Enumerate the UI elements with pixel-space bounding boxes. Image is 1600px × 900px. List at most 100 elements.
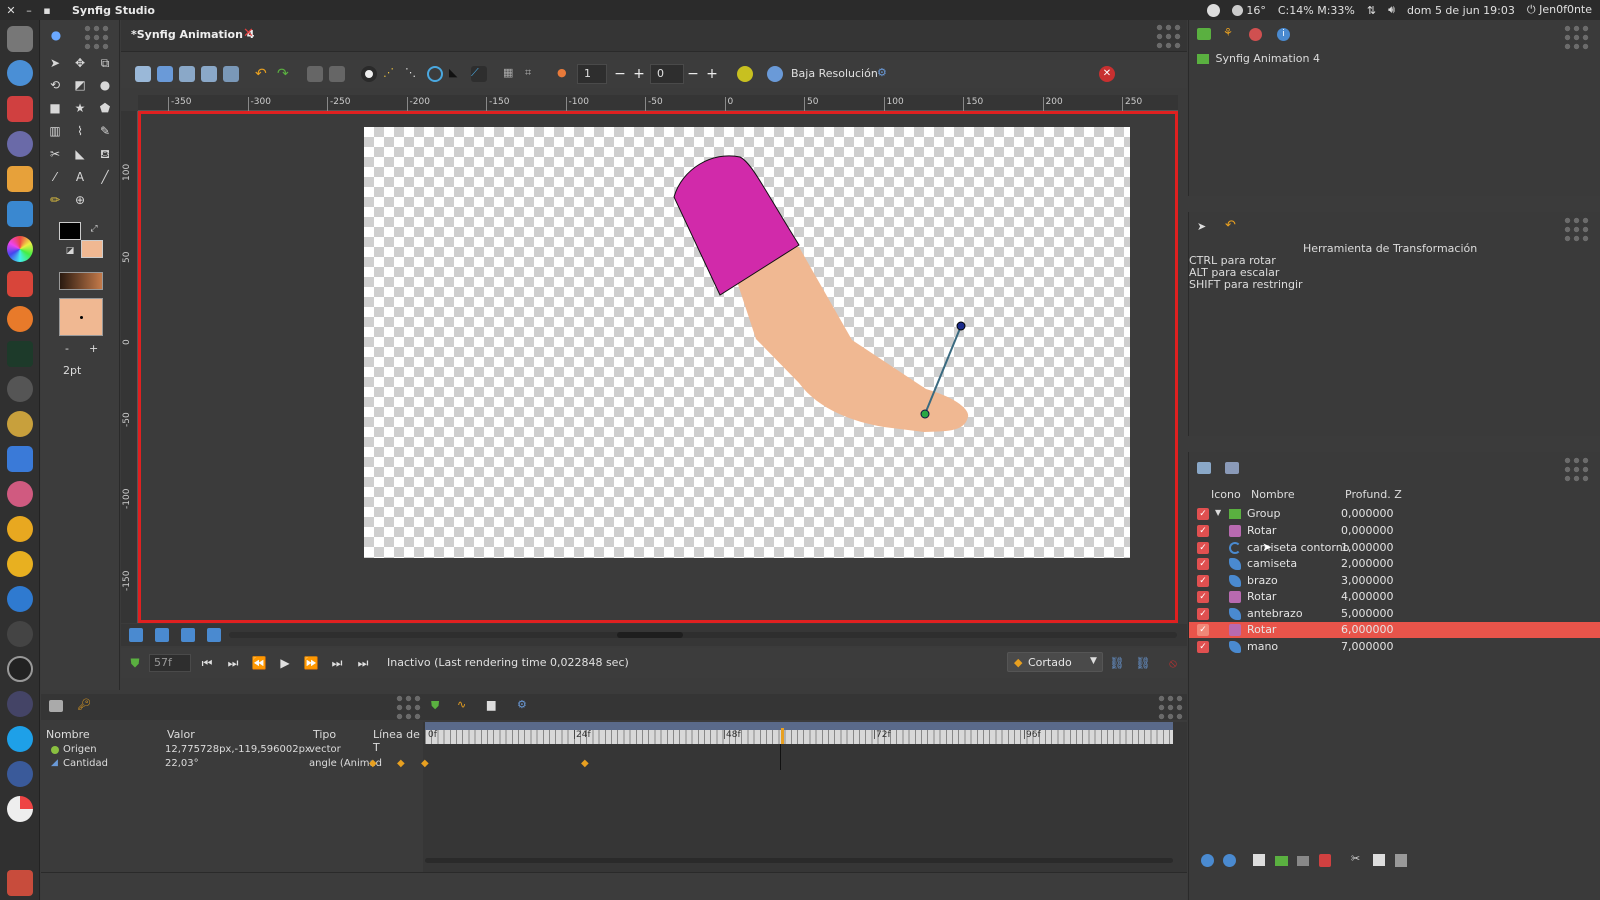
show-tangent-handles-icon[interactable]: ⋱ — [405, 66, 421, 82]
delete-layer-icon[interactable] — [1319, 854, 1331, 867]
canvas-browser-tab-icon[interactable] — [1197, 28, 1211, 40]
layers-header-z[interactable]: Profund. Z — [1345, 488, 1402, 501]
zoom-canvas-icon[interactable] — [207, 628, 221, 642]
folder-tab-icon[interactable]: ▆ — [487, 698, 495, 711]
fill-color-swatch[interactable] — [81, 240, 103, 258]
rotate-angle-handle[interactable] — [956, 321, 966, 331]
layer-visibility-checkbox[interactable]: ✓ — [1197, 608, 1209, 620]
fill-tool-icon[interactable]: ⛾ — [96, 145, 114, 163]
layer-row-group[interactable]: ✓ ▼ Group 0,000000 — [1189, 506, 1600, 522]
render-settings-icon[interactable] — [307, 66, 323, 82]
waypoint-icon[interactable]: ◆ — [369, 758, 377, 769]
tool-options-tab-icon[interactable]: ➤ — [1197, 220, 1206, 233]
layer-row-rotate[interactable]: ✓ Rotar 4,000000 — [1189, 589, 1600, 605]
transform-tool-icon[interactable]: ➤ — [46, 54, 64, 72]
eyedrop-tool-icon[interactable]: ⁄ — [46, 168, 64, 186]
polygon-tool-icon[interactable]: ⬟ — [96, 99, 114, 117]
horizontal-scrollbar[interactable] — [229, 632, 1177, 638]
low-res-icon[interactable] — [767, 66, 783, 82]
show-angle-handles-icon[interactable]: ⟋ — [471, 66, 487, 82]
canvas[interactable] — [364, 127, 1130, 558]
inkscape-icon[interactable] — [7, 341, 33, 367]
mirror-tool-icon[interactable]: ◩ — [71, 76, 89, 94]
curves-tab-icon[interactable]: ∿ — [457, 698, 466, 711]
past-onion-increase-button[interactable]: + — [630, 64, 648, 84]
zoom-tool-icon[interactable]: ⊕ — [71, 191, 89, 209]
play-icon[interactable]: ▶ — [277, 655, 293, 671]
layers-tab-icon[interactable] — [1197, 462, 1211, 474]
waypoint-icon[interactable]: ◆ — [397, 758, 405, 769]
layer-visibility-checkbox[interactable]: ✓ — [1197, 542, 1209, 554]
media-player-icon[interactable] — [7, 551, 33, 577]
show-width-handles-icon[interactable]: ◣ — [449, 66, 465, 82]
disk-icon[interactable] — [7, 586, 33, 612]
timetrack-tab-icon[interactable]: ⛊ — [431, 699, 439, 713]
future-onion-increase-button[interactable]: + — [703, 64, 721, 84]
timetrack-panel[interactable]: 0f |24f |48f |72f |96f ◆ ◆ — [421, 722, 1187, 872]
sound-tab-icon[interactable]: ⚙ — [517, 698, 527, 711]
gradient-tool-icon[interactable]: ▥ — [46, 122, 64, 140]
book-icon[interactable] — [7, 271, 33, 297]
spline-tool-icon[interactable]: ⌇ — [71, 122, 89, 140]
brush-size-increase[interactable]: + — [89, 342, 98, 355]
files-icon[interactable] — [7, 166, 33, 192]
smooth-move-tool-icon[interactable]: ✥ — [71, 54, 89, 72]
opentoonz-icon[interactable] — [7, 656, 33, 682]
param-value[interactable]: 22,03° — [165, 758, 199, 769]
layer-row-rotate[interactable]: ✓ Rotar 0,000000 — [1189, 523, 1600, 539]
tool-app-icon[interactable] — [7, 376, 33, 402]
pie-app-icon[interactable] — [7, 796, 33, 822]
reset-colors-icon[interactable]: ◪ — [61, 242, 79, 260]
layer-visibility-checkbox[interactable]: ✓ — [1197, 558, 1209, 570]
panel-grip-icon[interactable] — [1157, 694, 1183, 720]
info-tab-icon[interactable]: i — [1277, 28, 1290, 41]
layer-row-outline[interactable]: ✓ camiseta contorno 1,000000 — [1189, 540, 1600, 556]
maximize-window-icon[interactable]: ▪ — [40, 4, 54, 17]
clock[interactable]: dom 5 de jun 19:03 — [1407, 4, 1515, 17]
rotate-origin-handle[interactable] — [920, 409, 930, 419]
panel-grip-icon[interactable] — [395, 694, 421, 720]
panel-grip-icon[interactable] — [1155, 23, 1181, 49]
future-onion-decrease-button[interactable]: − — [684, 64, 702, 84]
layer-visibility-checkbox[interactable]: ✓ — [1197, 508, 1209, 520]
weather-indicator[interactable]: 16° — [1231, 4, 1266, 17]
next-keyframe-icon[interactable]: ⏭ — [329, 655, 345, 671]
timetrack-scrollbar[interactable] — [425, 858, 1173, 863]
layer-visibility-checkbox[interactable]: ✓ — [1197, 641, 1209, 653]
seek-end-icon[interactable]: ⏭ — [355, 655, 371, 671]
mail-app-icon[interactable] — [7, 131, 33, 157]
mail-indicator-icon[interactable] — [1206, 3, 1220, 17]
rotate-tool-icon[interactable]: ⟲ — [46, 76, 64, 94]
group-layer-icon[interactable] — [1275, 856, 1288, 866]
undo-icon[interactable]: ↶ — [255, 66, 271, 82]
calendar-icon[interactable] — [7, 96, 33, 122]
layer-row-region[interactable]: ✓ brazo 3,000000 — [1189, 573, 1600, 589]
color-wheel-icon[interactable] — [7, 236, 33, 262]
minimize-window-icon[interactable]: – — [22, 4, 36, 17]
panel-grip-icon[interactable] — [1563, 24, 1589, 50]
pen-app-icon[interactable] — [7, 621, 33, 647]
gradient-swatch[interactable] — [59, 272, 103, 290]
new-file-icon[interactable] — [135, 66, 151, 82]
bittorrent-icon[interactable] — [7, 516, 33, 542]
layer-visibility-checkbox[interactable]: ✓ — [1197, 624, 1209, 636]
panel-grip-icon[interactable] — [83, 24, 109, 50]
outline-color-swatch[interactable] — [59, 222, 81, 240]
future-keyframes-lock-icon[interactable]: ⛓ — [1135, 655, 1151, 671]
low-res-toggle[interactable]: Baja Resolución — [791, 67, 878, 80]
save-as-icon[interactable] — [201, 66, 217, 82]
sets-tab-icon[interactable] — [1225, 462, 1239, 474]
waypoint-icon[interactable]: ◆ — [421, 758, 429, 769]
layer-row-region[interactable]: ✓ camiseta 2,000000 — [1189, 556, 1600, 572]
time-ruler[interactable]: 0f |24f |48f |72f |96f — [425, 722, 1173, 744]
user-menu[interactable]: ⏻ Jen0f0nte — [1527, 3, 1592, 17]
show-vertex-handles-icon[interactable]: ⋰ — [383, 66, 399, 82]
toggle-panel-2-icon[interactable] — [155, 628, 169, 642]
show-position-handles-icon[interactable] — [361, 66, 377, 82]
notification-app-icon[interactable] — [7, 446, 33, 472]
raise-layer-icon[interactable] — [1201, 854, 1214, 867]
refresh-icon[interactable] — [737, 66, 753, 82]
history-tab-icon[interactable] — [1249, 28, 1262, 41]
synfig-icon[interactable] — [7, 411, 33, 437]
brush-tool-icon[interactable]: ✏ — [46, 191, 64, 209]
